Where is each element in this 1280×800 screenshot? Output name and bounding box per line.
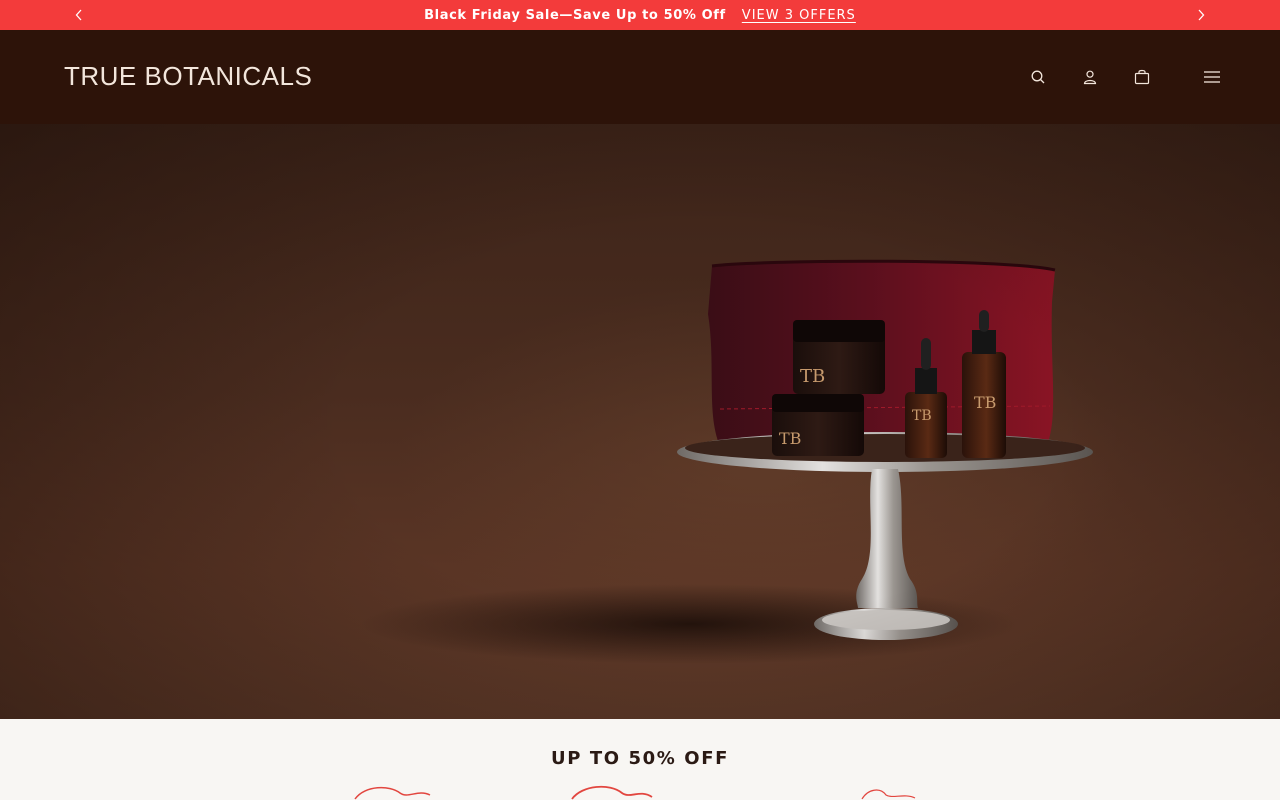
menu-icon[interactable]	[1201, 66, 1223, 88]
view-offers-link[interactable]: VIEW 3 OFFERS	[742, 8, 856, 23]
account-icon[interactable]	[1079, 66, 1101, 88]
decorative-scribbles	[354, 785, 916, 800]
hero-vignette	[0, 124, 1280, 719]
hero-banner[interactable]: TB TB TB TB	[0, 124, 1280, 719]
chevron-left-icon[interactable]	[71, 6, 87, 24]
site-header: TRUE BOTANICALS	[0, 30, 1280, 124]
search-icon[interactable]	[1027, 66, 1049, 88]
announcement-message: Black Friday Sale—Save Up to 50% Off	[424, 7, 726, 23]
offers-section: UP TO 50% OFF	[0, 719, 1280, 800]
chevron-right-icon[interactable]	[1193, 6, 1209, 24]
announcement-bar: Black Friday Sale—Save Up to 50% Off VIE…	[0, 0, 1280, 30]
bag-icon[interactable]	[1131, 66, 1153, 88]
offers-heading: UP TO 50% OFF	[551, 748, 729, 769]
brand-logo[interactable]: TRUE BOTANICALS	[64, 61, 312, 92]
